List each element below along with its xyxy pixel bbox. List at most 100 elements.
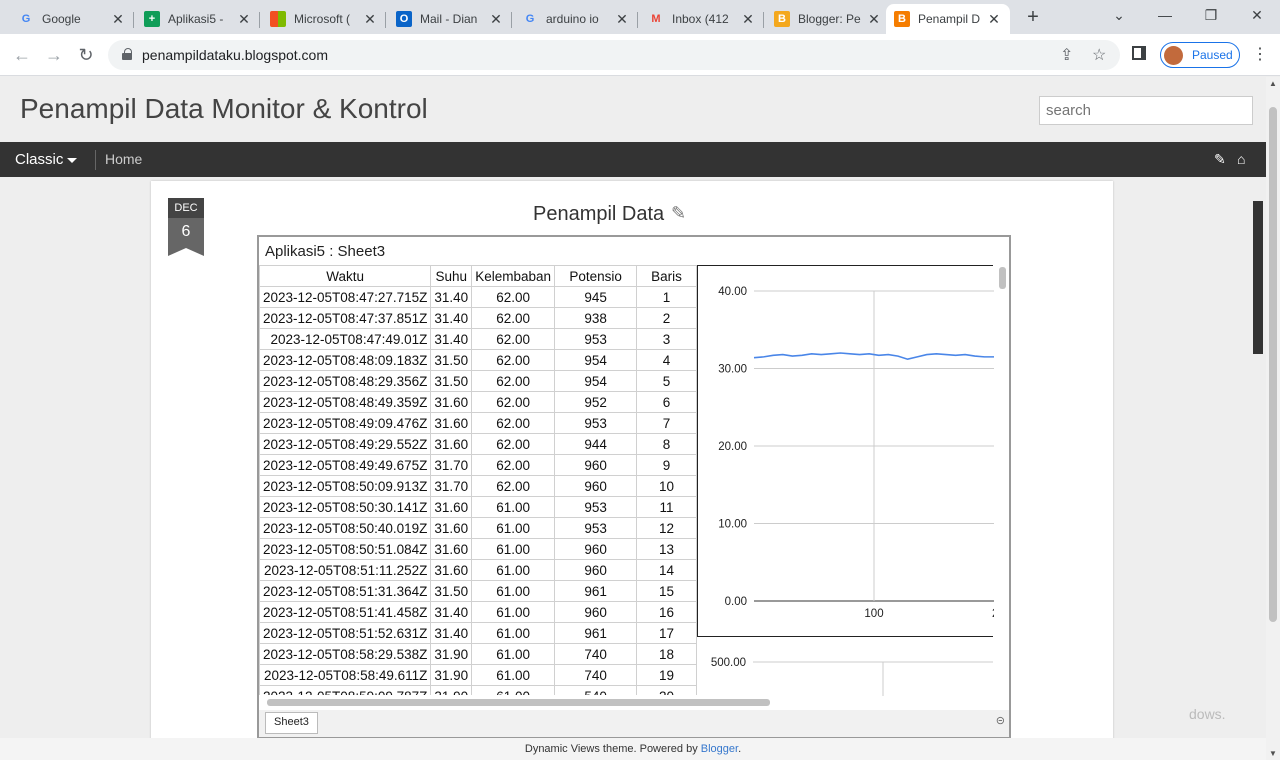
table-cell[interactable]: 960 — [554, 559, 638, 581]
table-cell[interactable]: 16 — [636, 601, 697, 623]
table-cell[interactable]: 2023-12-05T08:48:09.183Z — [259, 349, 432, 371]
table-cell[interactable]: 10 — [636, 475, 697, 497]
table-cell[interactable]: 31.40 — [430, 307, 473, 329]
table-cell[interactable]: 938 — [554, 307, 638, 329]
table-cell[interactable]: 31.60 — [430, 559, 473, 581]
table-cell[interactable]: 61.00 — [471, 664, 556, 686]
table-cell[interactable]: 953 — [554, 412, 638, 434]
table-cell[interactable]: 944 — [554, 433, 638, 455]
table-cell[interactable]: 2023-12-05T08:48:29.356Z — [259, 370, 432, 392]
close-icon[interactable]: ✕ — [614, 11, 630, 28]
table-cell[interactable]: 540 — [554, 685, 638, 695]
table-cell[interactable]: 61.00 — [471, 496, 556, 518]
table-cell[interactable]: 960 — [554, 601, 638, 623]
table-cell[interactable]: 62.00 — [471, 307, 556, 329]
table-cell[interactable]: 2023-12-05T08:51:31.364Z — [259, 580, 432, 602]
table-cell[interactable]: 61.00 — [471, 622, 556, 644]
table-cell[interactable]: 740 — [554, 664, 638, 686]
table-cell[interactable]: 2 — [636, 307, 697, 329]
table-cell[interactable]: 31.60 — [430, 538, 473, 560]
table-cell[interactable]: 31.70 — [430, 475, 473, 497]
close-icon[interactable]: ✕ — [110, 11, 126, 28]
bookmark-star-icon[interactable]: ☆ — [1092, 45, 1106, 65]
address-bar[interactable]: penampildataku.blogspot.com ⇪ ☆ — [108, 40, 1120, 70]
close-icon[interactable]: ✕ — [740, 11, 756, 28]
table-cell[interactable]: 31.40 — [430, 328, 473, 350]
table-cell[interactable]: 9 — [636, 454, 697, 476]
table-cell[interactable]: 62.00 — [471, 286, 556, 308]
tab-microsoft[interactable]: Microsoft ( ✕ — [262, 4, 386, 34]
table-cell[interactable]: 11 — [636, 496, 697, 518]
page-scrollbar[interactable]: ▲ ▼ — [1266, 77, 1280, 760]
table-cell[interactable]: 31.60 — [430, 433, 473, 455]
table-cell[interactable]: 61.00 — [471, 601, 556, 623]
table-cell[interactable]: 953 — [554, 328, 638, 350]
table-cell[interactable]: 2023-12-05T08:49:49.675Z — [259, 454, 432, 476]
close-window-button[interactable]: ✕ — [1237, 4, 1277, 28]
tab-blogger[interactable]: B Blogger: Pe ✕ — [766, 4, 890, 34]
table-cell[interactable]: 31.60 — [430, 391, 473, 413]
table-cell[interactable]: 5 — [636, 370, 697, 392]
scroll-down-arrow-icon[interactable]: ▼ — [1266, 749, 1280, 758]
table-cell[interactable]: 2023-12-05T08:50:51.084Z — [259, 538, 432, 560]
table-cell[interactable]: 2023-12-05T08:50:09.913Z — [259, 475, 432, 497]
table-cell[interactable]: 31.60 — [430, 517, 473, 539]
table-cell[interactable]: 62.00 — [471, 391, 556, 413]
table-cell[interactable]: 31.70 — [430, 454, 473, 476]
table-cell[interactable]: 61.00 — [471, 685, 556, 695]
table-cell[interactable]: 2023-12-05T08:51:41.458Z — [259, 601, 432, 623]
grid-horizontal-scrollbar[interactable] — [267, 699, 770, 706]
chart-scrollbar-thumb[interactable] — [999, 267, 1006, 289]
table-cell[interactable]: 31.40 — [430, 601, 473, 623]
minimize-button[interactable]: — — [1145, 4, 1185, 28]
table-cell[interactable]: 2023-12-05T08:50:40.019Z — [259, 517, 432, 539]
table-cell[interactable]: 31.60 — [430, 496, 473, 518]
table-cell[interactable]: 4 — [636, 349, 697, 371]
table-cell[interactable]: 2023-12-05T08:48:49.359Z — [259, 391, 432, 413]
scroll-up-arrow-icon[interactable]: ▲ — [1266, 79, 1280, 88]
table-cell[interactable]: 953 — [554, 496, 638, 518]
tab-arduino[interactable]: G arduino io ✕ — [514, 4, 638, 34]
table-cell[interactable]: 20 — [636, 685, 697, 695]
close-icon[interactable]: ✕ — [362, 11, 378, 28]
grid-viewport[interactable]: Waktu Suhu Kelembaban Potensio Baris 202… — [259, 265, 697, 695]
table-cell[interactable]: 31.40 — [430, 622, 473, 644]
table-cell[interactable]: 2023-12-05T08:47:27.715Z — [259, 286, 432, 308]
table-cell[interactable]: 3 — [636, 328, 697, 350]
table-cell[interactable]: 2023-12-05T08:50:30.141Z — [259, 496, 432, 518]
new-tab-button[interactable]: + — [1022, 6, 1044, 28]
side-panel-icon[interactable] — [1132, 46, 1146, 60]
table-cell[interactable]: 2023-12-05T08:58:49.611Z — [259, 664, 432, 686]
table-cell[interactable]: 61.00 — [471, 559, 556, 581]
search-input[interactable] — [1039, 96, 1253, 125]
tab-penampil-active[interactable]: B Penampil D ✕ — [886, 4, 1010, 34]
table-cell[interactable]: 19 — [636, 664, 697, 686]
table-cell[interactable]: 31.40 — [430, 286, 473, 308]
table-cell[interactable]: 954 — [554, 349, 638, 371]
table-cell[interactable]: 31.50 — [430, 349, 473, 371]
close-icon[interactable]: ✕ — [986, 11, 1002, 28]
tab-search-button[interactable]: ⌄ — [1099, 4, 1139, 28]
table-cell[interactable]: 2023-12-05T08:51:11.252Z — [259, 559, 432, 581]
table-cell[interactable]: 31.50 — [430, 370, 473, 392]
forward-button[interactable]: → — [42, 43, 66, 67]
table-cell[interactable]: 13 — [636, 538, 697, 560]
table-cell[interactable]: 61.00 — [471, 517, 556, 539]
table-cell[interactable]: 62.00 — [471, 475, 556, 497]
table-cell[interactable]: 8 — [636, 433, 697, 455]
close-icon[interactable]: ✕ — [236, 11, 252, 28]
share-icon[interactable]: ⇪ — [1060, 45, 1073, 65]
tab-aplikasi5[interactable]: + Aplikasi5 - ✕ — [136, 4, 260, 34]
blog-title[interactable]: Penampil Data Monitor & Kontrol — [20, 93, 428, 125]
table-cell[interactable]: 62.00 — [471, 412, 556, 434]
table-cell[interactable]: 31.90 — [430, 643, 473, 665]
table-cell[interactable]: 2023-12-05T08:58:29.538Z — [259, 643, 432, 665]
home-icon[interactable]: ⌂ — [1237, 151, 1245, 167]
restore-button[interactable]: ❐ — [1191, 4, 1231, 28]
table-cell[interactable]: 15 — [636, 580, 697, 602]
kebab-menu-icon[interactable]: ⋮ — [1252, 44, 1268, 64]
table-cell[interactable]: 62.00 — [471, 433, 556, 455]
table-cell[interactable]: 740 — [554, 643, 638, 665]
pencil-icon[interactable]: ✎ — [1214, 151, 1226, 168]
blogger-link[interactable]: Blogger — [701, 743, 738, 755]
